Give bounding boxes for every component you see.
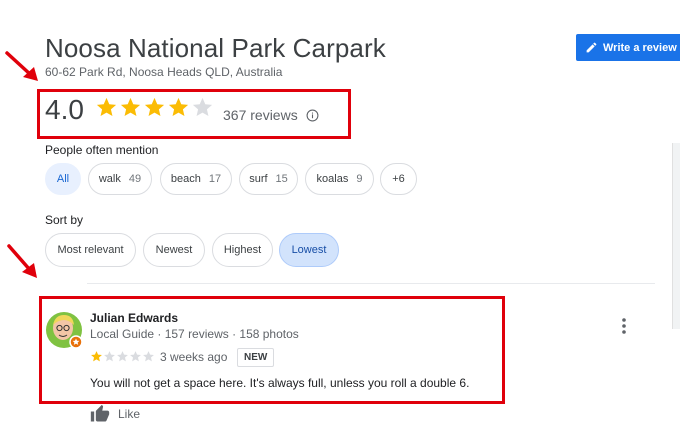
star-empty-icon xyxy=(192,97,213,117)
chip-count: 9 xyxy=(356,173,363,185)
sort-label: Sort by xyxy=(45,213,84,227)
star-filled-icon xyxy=(91,351,102,362)
review-stars xyxy=(90,350,155,363)
thumbs-up-icon[interactable] xyxy=(90,404,110,424)
star-empty-icon xyxy=(143,351,154,362)
write-review-label: Write a review xyxy=(603,41,677,54)
pencil-icon xyxy=(586,42,597,53)
chip-count: 49 xyxy=(128,173,142,185)
scrollbar[interactable] xyxy=(672,143,680,329)
rating-value: 4.0 xyxy=(45,94,84,125)
mention-chip-koalas[interactable]: koalas 9 xyxy=(305,163,374,195)
mention-chip-walk[interactable]: walk 49 xyxy=(88,163,152,195)
info-icon[interactable] xyxy=(306,109,319,122)
star-filled-icon xyxy=(120,97,141,117)
like-label[interactable]: Like xyxy=(118,407,140,421)
chip-label: koalas xyxy=(316,173,349,185)
star-empty-icon xyxy=(130,351,141,362)
mentions-label: People often mention xyxy=(45,143,159,157)
star-filled-icon xyxy=(96,97,117,117)
star-filled-icon xyxy=(144,97,165,117)
write-review-button[interactable]: Write a review xyxy=(576,34,680,61)
star-filled-icon xyxy=(168,97,189,117)
reviewer-meta: Local Guide · 157 reviews · 158 photos xyxy=(90,327,299,341)
chip-label: +6 xyxy=(392,173,405,185)
chip-label: walk xyxy=(98,173,121,185)
rating-stars xyxy=(95,96,214,119)
review-time: 3 weeks ago xyxy=(160,350,228,364)
chip-label: surf xyxy=(249,173,268,185)
review-text: You will not get a space here. It's alwa… xyxy=(90,376,470,390)
place-title: Noosa National Park Carpark xyxy=(45,33,386,63)
annotation-arrow xyxy=(5,51,38,81)
star-empty-icon xyxy=(104,351,115,362)
sort-most-relevant[interactable]: Most relevant xyxy=(45,233,136,267)
reviewer-name[interactable]: Julian Edwards xyxy=(90,311,178,325)
new-badge: NEW xyxy=(237,348,275,367)
mention-chip-surf[interactable]: surf 15 xyxy=(239,163,298,195)
sort-highest[interactable]: Highest xyxy=(212,233,273,267)
place-address: 60-62 Park Rd, Noosa Heads QLD, Australi… xyxy=(45,65,283,79)
mention-chip-more[interactable]: +6 xyxy=(380,163,417,195)
chip-count: 15 xyxy=(275,173,288,185)
star-empty-icon xyxy=(117,351,128,362)
mention-chip-all[interactable]: All xyxy=(45,163,81,195)
sort-lowest[interactable]: Lowest xyxy=(279,233,339,267)
chip-label: All xyxy=(56,173,70,185)
annotation-arrow xyxy=(7,244,37,278)
avatar[interactable] xyxy=(45,311,83,349)
mention-chip-beach[interactable]: beach 17 xyxy=(160,163,232,195)
reviews-count[interactable]: 367 reviews xyxy=(223,107,298,123)
sort-newest[interactable]: Newest xyxy=(143,233,205,267)
chip-label: beach xyxy=(170,173,201,185)
chip-count: 17 xyxy=(208,173,222,185)
more-vert-icon[interactable] xyxy=(619,317,629,335)
divider xyxy=(87,283,655,284)
